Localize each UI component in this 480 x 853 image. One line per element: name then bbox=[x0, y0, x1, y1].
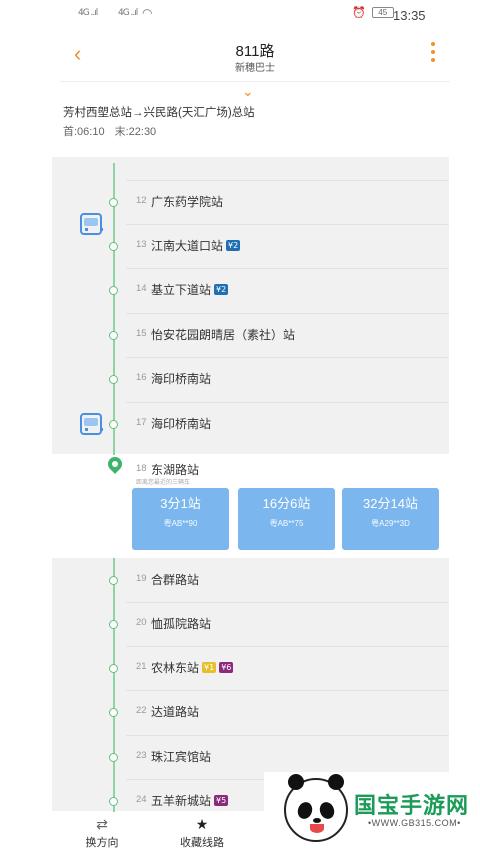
metro-badge: ¥2 bbox=[226, 240, 241, 251]
station-number: 18 bbox=[136, 463, 147, 474]
panda-logo-icon bbox=[284, 774, 348, 842]
station-number: 24 bbox=[136, 794, 147, 805]
station-dot bbox=[109, 331, 118, 340]
battery-icon: 45 bbox=[371, 7, 394, 18]
status-bar: 4G ..ıl 4G ..ıl ◠ ⏰ 45 13:35 bbox=[0, 0, 480, 30]
station-number: 15 bbox=[136, 328, 147, 339]
station-number: 23 bbox=[136, 750, 147, 761]
watermark: 国宝手游网 •WWW.GB315.COM• bbox=[264, 772, 480, 853]
station-number: 20 bbox=[136, 617, 147, 628]
route-direction: 芳村西塱总站→兴民路(天汇广场)总站 bbox=[63, 107, 255, 119]
page-title: 811路 bbox=[235, 43, 275, 60]
station-dot bbox=[109, 375, 118, 384]
wifi-icon: ◠ bbox=[142, 6, 153, 20]
station-name: 江南大道口站 ¥2 bbox=[151, 239, 241, 253]
station-item[interactable]: 15 怡安花园朗晴居（素社）站 bbox=[52, 313, 449, 357]
station-number: 12 bbox=[136, 195, 147, 206]
bus-icon bbox=[80, 413, 103, 435]
arrival-time: 32分14站 bbox=[363, 496, 418, 511]
bus-plate: 粤A29**3D bbox=[371, 519, 410, 528]
bus-plate: 粤AB**90 bbox=[163, 519, 198, 528]
station-dot bbox=[109, 198, 118, 207]
bottom-bar: ⇄ 换方向 ★ 收藏线路 bbox=[52, 812, 264, 853]
favorite-route-button[interactable]: ★ 收藏线路 bbox=[157, 814, 247, 850]
arrival-time: 3分1站 bbox=[160, 496, 201, 511]
bus-plate: 粤AB**75 bbox=[269, 519, 304, 528]
last-bus-time: 末:22:30 bbox=[114, 126, 157, 138]
station-dot bbox=[109, 708, 118, 717]
station-item[interactable]: 17 海印桥南站 bbox=[52, 402, 449, 446]
station-name: 农林东站 ¥1 ¥6 bbox=[151, 661, 234, 675]
station-item[interactable]: 12 广东药学院站 bbox=[52, 180, 449, 224]
station-dot bbox=[109, 664, 118, 673]
metro-badge: ¥6 bbox=[219, 662, 234, 673]
station-number: 14 bbox=[136, 283, 147, 294]
route-times: 首:06:10 末:22:30 bbox=[63, 123, 156, 139]
station-item[interactable]: 21 农林东站 ¥1 ¥6 bbox=[52, 646, 449, 690]
station-name: 怡安花园朗晴居（素社）站 bbox=[151, 328, 296, 342]
station-item[interactable]: 14 基立下道站 ¥2 bbox=[52, 268, 449, 312]
station-item[interactable]: 13 江南大道口站 ¥2 bbox=[52, 224, 449, 268]
station-number: 21 bbox=[136, 661, 147, 672]
metro-badge: ¥5 bbox=[214, 795, 229, 806]
station-name: 海印桥南站 bbox=[151, 372, 212, 386]
switch-direction-button[interactable]: ⇄ 换方向 bbox=[57, 814, 147, 850]
station-number: 13 bbox=[136, 239, 147, 250]
station-number: 19 bbox=[136, 573, 147, 584]
station-name: 基立下道站 ¥2 bbox=[151, 283, 229, 297]
station-dot bbox=[109, 620, 118, 629]
metro-badge: ¥2 bbox=[214, 284, 229, 295]
watermark-name: 国宝手游网 bbox=[354, 793, 470, 818]
arrival-card[interactable]: 16分6站 粤AB**75 bbox=[238, 488, 335, 550]
station-name: 合群路站 bbox=[151, 573, 200, 587]
arrival-card[interactable]: 3分1站 粤AB**90 bbox=[132, 488, 229, 550]
favorite-route-label: 收藏线路 bbox=[180, 837, 224, 849]
station-number: 17 bbox=[136, 417, 147, 428]
current-station[interactable]: 18 东湖路站 距离您最近的三辆车 3分1站 粤AB**90 16分6站 粤AB… bbox=[52, 454, 449, 558]
clock: 13:35 bbox=[393, 8, 426, 23]
station-name: 东湖路站 bbox=[151, 463, 200, 477]
arrival-card[interactable]: 32分14站 粤A29**3D bbox=[342, 488, 439, 550]
operator-name: 新穗巴士 bbox=[235, 63, 275, 74]
station-name: 恤孤院路站 bbox=[151, 617, 212, 631]
station-dot bbox=[109, 420, 118, 429]
station-name: 达道路站 bbox=[151, 705, 200, 719]
arrival-note: 距离您最近的三辆车 bbox=[136, 480, 191, 486]
station-item[interactable]: 20 恤孤院路站 bbox=[52, 602, 449, 646]
station-item[interactable]: 22 达道路站 bbox=[52, 690, 449, 734]
signal-icon: 4G ..ıl bbox=[78, 8, 98, 18]
signal-icon-2: 4G ..ıl bbox=[118, 8, 138, 18]
station-name: 广东药学院站 bbox=[151, 195, 224, 209]
more-icon[interactable] bbox=[430, 42, 436, 70]
station-item[interactable]: 19 合群路站 bbox=[52, 558, 449, 602]
station-name: 海印桥南站 bbox=[151, 417, 212, 431]
alarm-icon: ⏰ bbox=[352, 7, 366, 19]
station-number: 16 bbox=[136, 372, 147, 383]
chevron-down-icon[interactable]: ⌄ bbox=[242, 83, 254, 100]
swap-icon: ⇄ bbox=[96, 816, 108, 832]
star-icon: ★ bbox=[195, 816, 209, 832]
station-dot bbox=[109, 753, 118, 762]
station-dot bbox=[109, 576, 118, 585]
switch-direction-label: 换方向 bbox=[85, 837, 119, 849]
station-name: 五羊新城站 ¥5 bbox=[151, 794, 229, 808]
station-dot bbox=[109, 286, 118, 295]
station-name: 珠江宾馆站 bbox=[151, 750, 212, 764]
metro-badge: ¥1 bbox=[202, 662, 217, 673]
watermark-url: •WWW.GB315.COM• bbox=[368, 818, 461, 828]
station-number: 22 bbox=[136, 705, 147, 716]
first-bus-time: 首:06:10 bbox=[63, 126, 105, 138]
station-dot bbox=[109, 797, 118, 806]
nav-header: ‹ 811路 新穗巴士 bbox=[60, 30, 450, 82]
station-item[interactable]: 16 海印桥南站 bbox=[52, 357, 449, 401]
arrival-time: 16分6站 bbox=[262, 496, 311, 511]
location-pin-icon bbox=[105, 454, 125, 474]
station-dot bbox=[109, 242, 118, 251]
